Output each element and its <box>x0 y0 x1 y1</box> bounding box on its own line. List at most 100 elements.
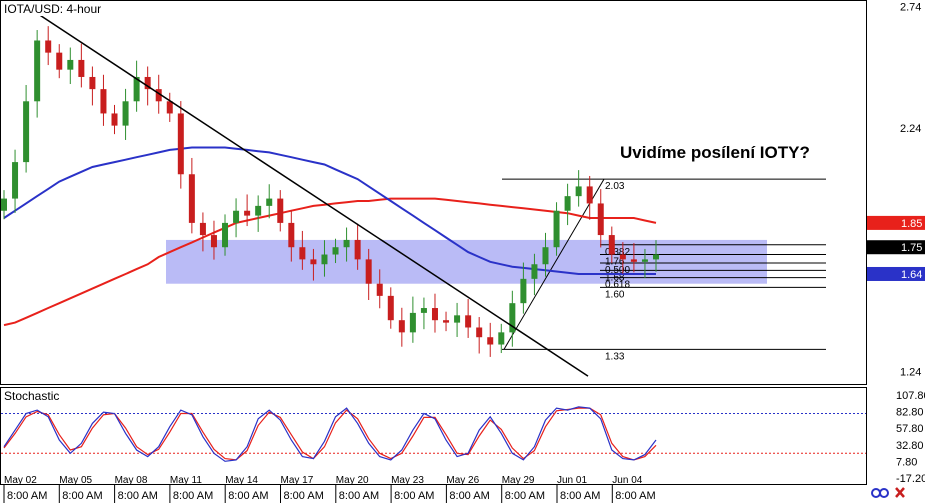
x-time-label: 8:00 AM <box>173 490 213 502</box>
candle-body <box>630 259 637 262</box>
candle-body <box>222 222 229 248</box>
candle-body <box>575 186 582 197</box>
stoch-tick-label: 82.80 <box>896 407 924 419</box>
candle-body <box>431 308 438 321</box>
candle-body <box>1 198 7 211</box>
x-time-label: 8:00 AM <box>339 490 379 502</box>
x-date-label: May 02 <box>4 475 37 486</box>
x-time-label: 8:00 AM <box>615 490 655 502</box>
candle-body <box>531 264 538 279</box>
candle-body <box>443 320 450 323</box>
candle-body <box>56 52 63 70</box>
candle-body <box>476 327 483 338</box>
candle-body <box>111 113 118 126</box>
x-date-label: Jun 01 <box>557 475 587 486</box>
candle-body <box>244 210 251 216</box>
candle-body <box>365 259 372 284</box>
price-badge-label: 1.85 <box>901 218 922 230</box>
candle-body <box>23 101 30 163</box>
chart-canvas: 2.030.3821.760.5001.680.6181.601.33 2.74… <box>0 0 925 503</box>
x-date-label: May 08 <box>115 475 148 486</box>
stoch-tick-label: -17.20 <box>896 473 925 485</box>
x-date-label: May 14 <box>225 475 258 486</box>
candle-body <box>188 174 195 223</box>
candle-body <box>520 278 527 304</box>
candle-body <box>420 308 427 313</box>
candle-body <box>12 162 19 199</box>
candle-body <box>177 113 184 175</box>
candle-body <box>354 239 361 260</box>
candle-body <box>553 210 560 248</box>
x-time-label: 8:00 AM <box>560 490 600 502</box>
x-date-label: May 05 <box>59 475 92 486</box>
candle-body <box>597 203 604 236</box>
candle-body <box>78 59 85 77</box>
candle-body <box>321 254 328 265</box>
candle-body <box>310 259 317 265</box>
candle-body <box>653 254 659 260</box>
x-date-label: May 29 <box>502 475 535 486</box>
candle-body <box>34 40 41 102</box>
x-date-label: May 23 <box>391 475 424 486</box>
candle-body <box>542 247 549 265</box>
stoch-tick-label: 32.80 <box>896 440 924 452</box>
candle-body <box>398 320 405 333</box>
candle-body <box>210 235 217 248</box>
price-badge-label: 1.75 <box>901 242 922 254</box>
x-date-label: May 11 <box>170 475 202 486</box>
candle-body <box>288 222 295 248</box>
candle-body <box>498 332 505 345</box>
x-time-label: 8:00 AM <box>394 490 434 502</box>
fib-label: 1.33 <box>605 351 625 362</box>
candle-body <box>166 101 173 114</box>
candle-body <box>266 198 273 206</box>
candle-body <box>387 295 394 321</box>
x-time-label: 8:00 AM <box>284 490 324 502</box>
candle-body <box>299 247 306 260</box>
link-icon[interactable] <box>871 488 889 498</box>
candle-body <box>454 315 461 323</box>
x-time-label: 8:00 AM <box>62 490 102 502</box>
candle-body <box>89 76 96 90</box>
candle-body <box>199 222 206 236</box>
x-date-label: May 20 <box>336 475 369 486</box>
annotation-text: Uvidíme posílení IOTY? <box>620 143 810 162</box>
x-date-label: May 17 <box>281 475 314 486</box>
candle-body <box>465 315 472 328</box>
candle-body <box>332 247 339 255</box>
price-panel <box>0 0 867 385</box>
candle-body <box>45 40 52 53</box>
stoch-tick-label: 107.80 <box>896 390 925 402</box>
candle-body <box>619 254 626 260</box>
x-time-label: 8:00 AM <box>228 490 268 502</box>
candle-body <box>67 59 74 70</box>
candle-body <box>277 198 284 223</box>
x-date-label: Jun 04 <box>612 475 642 486</box>
candle-body <box>564 196 571 211</box>
x-time-label: 8:00 AM <box>118 490 158 502</box>
candle-body <box>122 101 129 126</box>
price-tick-label: 2.24 <box>900 123 921 135</box>
candle-body <box>586 186 593 204</box>
candle-body <box>100 89 107 114</box>
candle-body <box>608 235 615 255</box>
candle-body <box>409 312 416 333</box>
candle-body <box>255 205 262 216</box>
candle-body <box>233 210 240 223</box>
stoch-tick-label: 7.80 <box>896 456 917 468</box>
fib-label: 2.03 <box>605 181 625 192</box>
candle-body <box>376 283 383 296</box>
stochastic-title: Stochastic <box>4 389 59 403</box>
price-tick-label: 2.74 <box>900 1 921 13</box>
price-badge-label: 1.64 <box>901 269 922 281</box>
candle-body <box>641 259 648 262</box>
main-title: IOTA/USD: 4-hour <box>4 2 101 16</box>
close-icon[interactable] <box>895 487 905 498</box>
fib-label: 1.60 <box>605 289 625 300</box>
x-time-label: 8:00 AM <box>505 490 545 502</box>
stoch-tick-label: 57.80 <box>896 423 924 435</box>
x-time-label: 8:00 AM <box>449 490 489 502</box>
price-tick-label: 1.24 <box>900 366 921 378</box>
x-date-label: May 26 <box>446 475 479 486</box>
candle-body <box>487 337 494 345</box>
